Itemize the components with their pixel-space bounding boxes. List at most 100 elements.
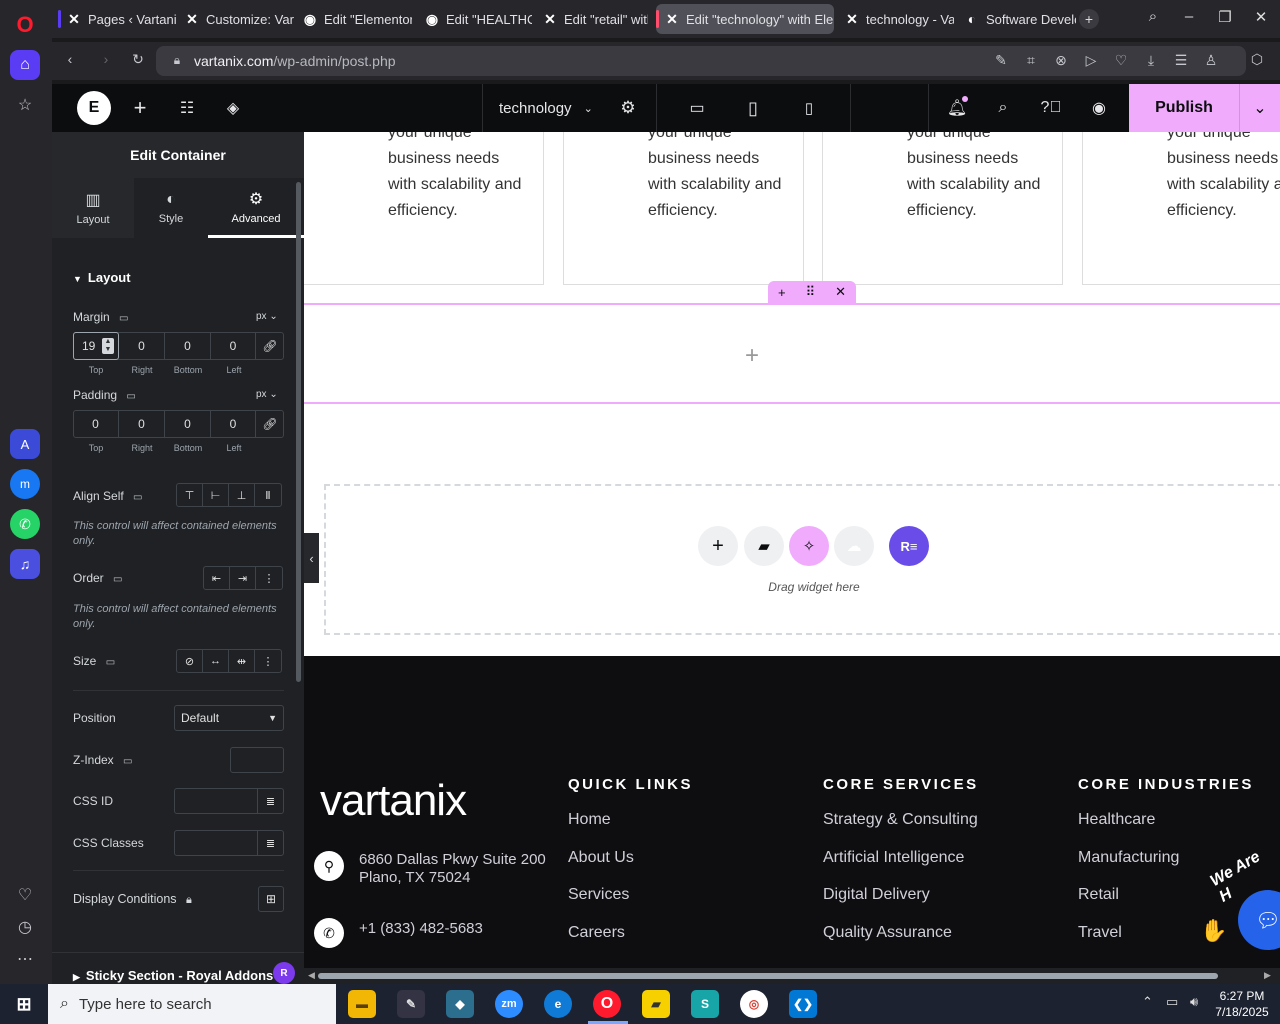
royal-elementor-button[interactable]: R≡ bbox=[889, 526, 929, 566]
footer-link-careers[interactable]: Careers bbox=[568, 924, 625, 942]
footer-link-ai[interactable]: Artificial Intelligence bbox=[823, 849, 964, 867]
tab-layout[interactable]: ▥ Layout bbox=[52, 178, 134, 238]
delete-container-icon[interactable]: ✕ bbox=[835, 284, 846, 300]
speed-dial-icon[interactable]: ☆ bbox=[10, 90, 40, 120]
responsive-desktop-icon[interactable]: ▭ bbox=[113, 574, 122, 585]
aria-icon[interactable]: A bbox=[10, 429, 40, 459]
close-window-button[interactable]: ✕ bbox=[1250, 8, 1272, 26]
display-conditions-button[interactable]: ⊞ bbox=[258, 886, 284, 912]
file-explorer-icon[interactable]: ▬ bbox=[348, 990, 376, 1018]
align-start-icon[interactable]: ⊤ bbox=[177, 484, 203, 506]
footer-link-qa[interactable]: Quality Assurance bbox=[823, 924, 952, 942]
system-tray-chevron-icon[interactable]: ⌃ bbox=[1142, 994, 1153, 1010]
template-library-button[interactable]: ▰ bbox=[744, 526, 784, 566]
publish-button[interactable]: Publish bbox=[1129, 84, 1239, 132]
tab-edit-elementor[interactable]: ◉ Edit "Elementor bbox=[294, 4, 412, 34]
dynamic-tags-icon[interactable]: ≣ bbox=[257, 789, 283, 813]
scroll-thumb[interactable] bbox=[318, 973, 1218, 979]
app-icon[interactable]: ◆ bbox=[446, 990, 474, 1018]
scroll-right-icon[interactable]: ▶ bbox=[1264, 970, 1271, 981]
position-select[interactable]: Default ▼ bbox=[174, 705, 284, 731]
opera-logo-icon[interactable]: O bbox=[10, 10, 40, 40]
size-none-icon[interactable]: ⊘ bbox=[177, 650, 203, 672]
footer-link-manufacturing[interactable]: Manufacturing bbox=[1078, 849, 1179, 867]
desktop-icon[interactable]: ▭ bbox=[686, 96, 708, 120]
send-icon[interactable]: ▷ bbox=[1082, 52, 1100, 69]
responsive-desktop-icon[interactable]: ▭ bbox=[133, 492, 142, 503]
margin-left-input[interactable]: 0 bbox=[211, 332, 256, 360]
padding-right-input[interactable]: 0 bbox=[119, 410, 165, 438]
add-element-icon[interactable]: + bbox=[130, 95, 150, 120]
order-last-icon[interactable]: ⇥ bbox=[230, 567, 256, 589]
responsive-desktop-icon[interactable]: ▭ bbox=[106, 657, 115, 668]
network-icon[interactable]: ▭ bbox=[1166, 994, 1178, 1010]
easy-setup-icon[interactable]: ☰ bbox=[1172, 52, 1190, 69]
url-field[interactable]: 🔒︎ vartanix.com/wp-admin/post.php ✎ ⌗ ⊗ … bbox=[156, 46, 1246, 76]
tab-customize[interactable]: ✕Customize: Vartanix bbox=[176, 4, 294, 34]
edge-icon[interactable]: e bbox=[544, 990, 572, 1018]
order-first-icon[interactable]: ⇤ bbox=[204, 567, 230, 589]
sticky-notes-icon[interactable]: ▰ bbox=[642, 990, 670, 1018]
tab-edit-technology[interactable]: ✕Edit "technology" with Elementor bbox=[656, 4, 834, 34]
zoom-icon[interactable]: zm bbox=[495, 990, 523, 1018]
reload-icon[interactable]: ↻ bbox=[129, 51, 147, 68]
home-icon[interactable]: ⌂ bbox=[10, 50, 40, 80]
align-center-icon[interactable]: ⊢ bbox=[203, 484, 229, 506]
windows-start-icon[interactable]: ⊞ bbox=[10, 990, 38, 1018]
add-section-button[interactable]: + bbox=[698, 526, 738, 566]
align-stretch-icon[interactable]: Ⅱ bbox=[255, 484, 281, 506]
clock[interactable]: 6:27 PM 7/18/2025 bbox=[1212, 988, 1272, 1020]
search-icon[interactable]: ⌕ bbox=[992, 96, 1014, 120]
chrome-icon[interactable]: ◎ bbox=[740, 990, 768, 1018]
tab-edit-healthcare[interactable]: ◉Edit "HEALTHCARE bbox=[416, 4, 532, 34]
new-tab-button[interactable]: + bbox=[1079, 9, 1099, 29]
phone-number[interactable]: +1 (833) 482-5683 bbox=[359, 920, 483, 937]
size-custom-icon[interactable]: ⋮ bbox=[255, 650, 281, 672]
footer-link-healthcare[interactable]: Healthcare bbox=[1078, 811, 1155, 829]
footer-link-strategy[interactable]: Strategy & Consulting bbox=[823, 811, 978, 829]
notifications-icon[interactable]: 🔔︎ bbox=[946, 96, 968, 120]
margin-right-input[interactable]: 0 bbox=[119, 332, 165, 360]
footer-link-retail[interactable]: Retail bbox=[1078, 886, 1119, 904]
link-values-icon[interactable]: 🔗︎ bbox=[256, 332, 284, 360]
zindex-input[interactable] bbox=[230, 747, 284, 773]
app-s-icon[interactable]: S bbox=[691, 990, 719, 1018]
structure-icon[interactable]: ◈ bbox=[222, 96, 244, 120]
responsive-desktop-icon[interactable]: ▭ bbox=[123, 756, 132, 767]
selected-container[interactable]: + bbox=[304, 303, 1280, 404]
margin-bottom-input[interactable]: 0 bbox=[165, 332, 211, 360]
footer-link-services[interactable]: Services bbox=[568, 886, 629, 904]
footer-link-about[interactable]: About Us bbox=[568, 849, 634, 867]
volume-icon[interactable]: 🔊︎ bbox=[1190, 994, 1198, 1010]
ai-sparkle-button[interactable]: ✧ bbox=[789, 526, 829, 566]
vscode-icon[interactable]: ❮❯ bbox=[789, 990, 817, 1018]
responsive-desktop-icon[interactable]: ▭ bbox=[119, 313, 128, 324]
horizontal-scrollbar[interactable]: ◀ ▶ bbox=[304, 968, 1280, 984]
messenger-icon[interactable]: m bbox=[10, 469, 40, 499]
service-card[interactable]: your unique business needs with scalabilit… bbox=[304, 132, 544, 285]
css-classes-input[interactable]: ≣ bbox=[174, 830, 284, 856]
align-end-icon[interactable]: ⊥ bbox=[229, 484, 255, 506]
tab-style[interactable]: ◐ Style bbox=[134, 178, 208, 238]
whatsapp-icon[interactable]: ✆ bbox=[10, 509, 40, 539]
service-card[interactable]: your unique business needs with scalabilit… bbox=[1082, 132, 1280, 285]
layout-section-toggle[interactable]: ▼ Layout bbox=[73, 270, 131, 285]
extensions-icon[interactable]: ⬡ bbox=[1248, 51, 1266, 68]
link-values-icon[interactable]: 🔗︎ bbox=[256, 410, 284, 438]
heart-icon[interactable]: ♡ bbox=[10, 880, 40, 910]
publish-options-chevron-icon[interactable]: ⌄ bbox=[1239, 84, 1280, 132]
preview-icon[interactable]: ◉ bbox=[1088, 96, 1110, 120]
edit-icon[interactable]: ✎ bbox=[992, 52, 1010, 69]
history-icon[interactable]: ◷ bbox=[10, 912, 40, 942]
container-handle[interactable]: + ⠿ ✕ bbox=[768, 281, 856, 303]
mobile-icon[interactable]: ▯ bbox=[802, 96, 816, 120]
size-shrink-icon[interactable]: ⇹ bbox=[229, 650, 255, 672]
padding-unit-select[interactable]: px ⌄ bbox=[256, 389, 278, 400]
minimize-button[interactable]: – bbox=[1178, 8, 1200, 25]
cloud-templates-button[interactable]: ☁ bbox=[834, 526, 874, 566]
responsive-desktop-icon[interactable]: ▭ bbox=[126, 391, 135, 402]
footer-link-travel[interactable]: Travel bbox=[1078, 924, 1122, 942]
tab-edit-retail[interactable]: ✕ Edit "retail" with bbox=[534, 4, 648, 34]
size-grow-icon[interactable]: ↔ bbox=[203, 650, 229, 672]
opera-icon[interactable]: O bbox=[593, 990, 621, 1018]
